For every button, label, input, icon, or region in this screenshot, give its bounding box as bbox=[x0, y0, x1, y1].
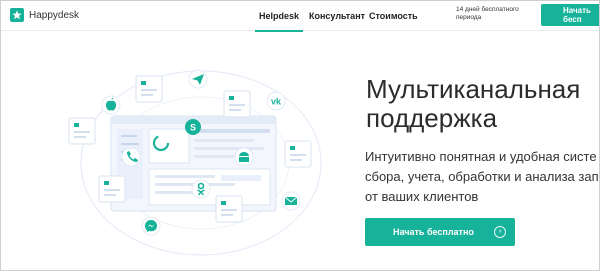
hero-description-line-1: Интуитивно понятная и удобная систе bbox=[365, 149, 597, 164]
odnoklassniki-icon bbox=[191, 179, 211, 199]
svg-text:vk: vk bbox=[271, 97, 282, 107]
hero-title-line-1: Мультиканальная bbox=[366, 74, 581, 104]
ticket-card bbox=[284, 140, 312, 168]
ticket-card bbox=[135, 75, 163, 103]
start-free-button[interactable]: Начать бесплатно › bbox=[365, 218, 515, 246]
trial-note: 14 дней бесплатного периода bbox=[456, 6, 519, 21]
hero-description: Интуитивно понятная и удобная систе сбор… bbox=[365, 147, 600, 207]
logo-star-icon bbox=[10, 8, 24, 22]
vk-icon: vk bbox=[266, 91, 286, 111]
hero-description-line-3: от ваших клиентов bbox=[365, 189, 479, 204]
android-icon bbox=[234, 147, 254, 167]
mail-icon bbox=[281, 191, 301, 211]
logo-text: Happydesk bbox=[29, 9, 80, 21]
hero-description-line-2: сбора, учета, обработки и анализа запр bbox=[365, 169, 600, 184]
nav-item-pricing[interactable]: Стоимость bbox=[365, 1, 422, 31]
nav-item-helpdesk[interactable]: Helpdesk bbox=[255, 1, 304, 32]
multichannel-illustration: vk S bbox=[68, 69, 322, 256]
ticket-card bbox=[98, 175, 126, 203]
logo[interactable]: Happydesk bbox=[10, 8, 79, 22]
nav-item-consultant[interactable]: Консультант bbox=[305, 1, 369, 31]
apple-icon bbox=[101, 95, 121, 115]
messenger-icon bbox=[141, 216, 161, 236]
skype-icon: S bbox=[185, 119, 201, 135]
start-free-header-button[interactable]: Начать бесп bbox=[541, 4, 599, 26]
phone-icon bbox=[121, 147, 141, 167]
svg-text:S: S bbox=[190, 123, 196, 133]
ticket-card bbox=[215, 195, 243, 223]
start-free-button-label: Начать бесплатно bbox=[393, 227, 474, 237]
ticket-card bbox=[68, 117, 96, 145]
ticket-card bbox=[223, 90, 251, 118]
hero-title: Мультиканальная поддержка bbox=[366, 75, 580, 133]
site-header: Happydesk Helpdesk Консультант Стоимость… bbox=[1, 1, 599, 32]
page-frame: Happydesk Helpdesk Консультант Стоимость… bbox=[0, 0, 600, 271]
telegram-icon bbox=[188, 69, 208, 89]
arrow-right-circle-icon: › bbox=[494, 226, 506, 238]
hero-title-line-2: поддержка bbox=[366, 103, 498, 133]
